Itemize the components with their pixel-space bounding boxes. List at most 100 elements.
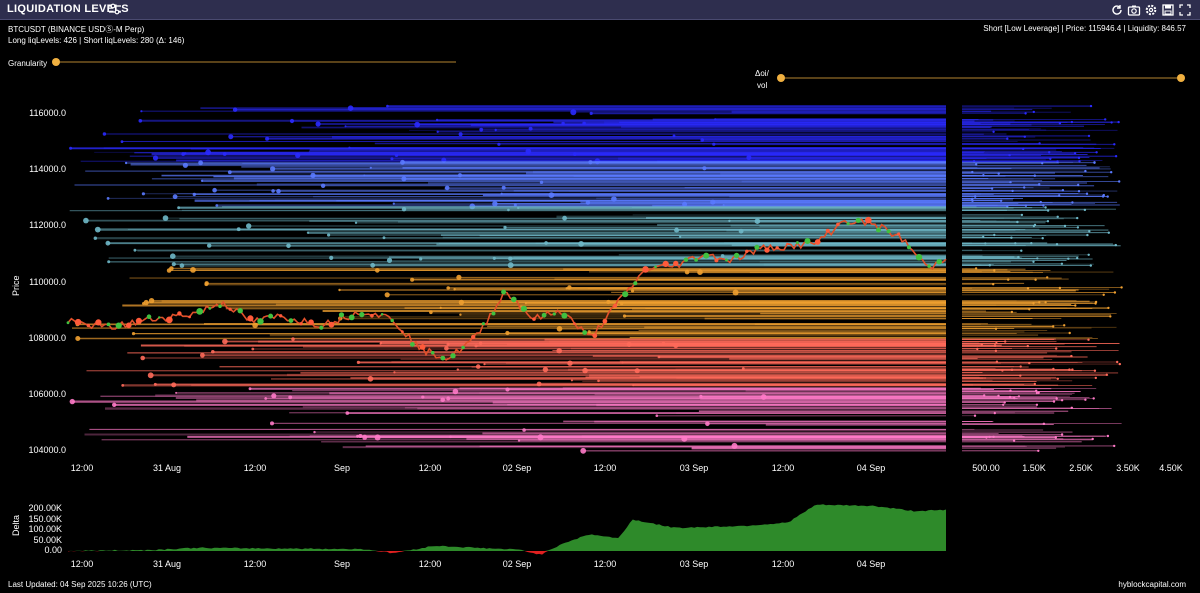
liquidity-bar-end [1032,110,1036,114]
price-tick-label: 116000.0 [29,108,66,118]
liquidity-bar-end [988,264,991,267]
liquidity-bar-end [1116,360,1119,364]
price-marker [430,350,435,355]
liq-level-origin [386,104,389,108]
price-marker [247,315,254,322]
liquidation-chart[interactable] [0,0,1200,593]
liq-level-origin [175,391,178,394]
liq-level-origin [310,172,316,178]
liq-level-origin [522,428,526,432]
liquidity-tick-label: 1.50K [1022,463,1046,473]
liq-level-origin [138,119,143,123]
liquidity-bar-end [1093,161,1096,164]
liq-level-origin [140,110,143,113]
price-marker [481,322,485,326]
price-marker [348,314,355,321]
price-marker [804,238,811,244]
liquidity-bar-end [990,187,994,190]
liquidity-bar-end [1083,208,1087,212]
liq-level-origin [140,355,145,361]
liq-level-origin [436,130,439,133]
price-marker [126,322,132,329]
liquidity-bar-end [1034,278,1037,281]
price-tick-label: 112000.0 [29,220,66,231]
price-marker [359,311,365,318]
price-marker [95,319,102,326]
price-x-tick-label: 12:00 [243,463,267,473]
price-marker [532,317,536,321]
liquidity-bar-end [1020,213,1024,217]
liq-level-origin [192,192,196,197]
liquidity-bar-end [1052,325,1055,328]
liquidity-bar-end [1087,338,1090,341]
price-marker [552,312,556,316]
price-marker [876,227,881,233]
liq-level-origin [705,421,710,427]
liquidity-bar-end [1092,397,1095,400]
liq-level-origin [375,268,380,273]
delta-x-tick-label: 12:00 [418,559,442,569]
price-marker [400,330,404,333]
liquidity-bar-end [1068,331,1071,335]
liquidity-bar-end [1058,194,1061,197]
price-tick-label: 108000.0 [28,332,66,343]
delta-x-tick-label: 12:00 [243,559,267,569]
price-marker [573,322,576,325]
liq-level-origin [315,121,321,127]
liquidity-bar-end [1054,436,1058,439]
delta-x-tick-label: 12:00 [593,559,617,569]
price-marker [419,344,426,350]
liquidity-bar-end [994,349,998,352]
liq-level-origin [479,127,484,132]
liquidity-bar-end [1060,399,1064,402]
liquidity-bar-end [1042,422,1046,425]
liq-level-origin [246,223,252,229]
price-marker [764,247,770,253]
price-x-tick-label: 31 Aug [152,463,182,473]
liq-level-origin [212,187,217,193]
liq-level-origin [446,286,451,290]
price-marker [725,258,728,262]
liq-level-origin [131,332,136,336]
price-marker [714,258,719,263]
price-marker [338,312,345,318]
liquidity-bar-end [1038,183,1041,186]
price-tick-label: 114000.0 [29,164,66,175]
liquidity-bar-end [1087,134,1091,138]
liq-level-origin [356,360,360,364]
price-marker [471,334,476,340]
liq-level-origin [124,161,128,165]
price-marker [188,315,192,319]
price-tick-label: 110000.0 [29,276,66,287]
liq-level-origin [494,128,497,132]
price-x-tick-label: 03 Sep [679,463,709,473]
liq-level-origin [291,337,295,341]
delta-x-tick-label: Sep [333,559,350,569]
liquidity-tick-label: 500.00 [972,463,1000,473]
liquidity-bar-end [1016,220,1019,224]
liq-level-origin [142,302,145,305]
liquidity-bar-end [1102,293,1105,296]
delta-tick-label: 150.00K [28,513,62,524]
liquidity-bar-end [1086,233,1089,237]
liq-level-origin [517,439,521,442]
liq-level-origin [728,219,731,223]
price-marker [66,321,70,325]
liquidity-bar-end [1020,249,1023,252]
price-marker [733,252,740,259]
price-marker [886,229,891,234]
liq-level-origin [69,398,76,405]
liq-level-origin [588,160,593,165]
liquidity-bar-end [999,199,1003,202]
histogram-gap [946,100,962,465]
liquidity-bar-end [1009,389,1012,392]
price-marker [694,258,698,262]
price-x-tick-label: 12:00 [418,463,442,473]
liq-level-origin [655,414,659,418]
price-marker [906,245,911,250]
liq-level-origin [121,384,125,387]
liquidity-bar-end [1118,180,1121,183]
price-marker [237,308,243,314]
liquidity-bar-end [1012,439,1016,442]
liquidity-bar-end [974,267,978,270]
